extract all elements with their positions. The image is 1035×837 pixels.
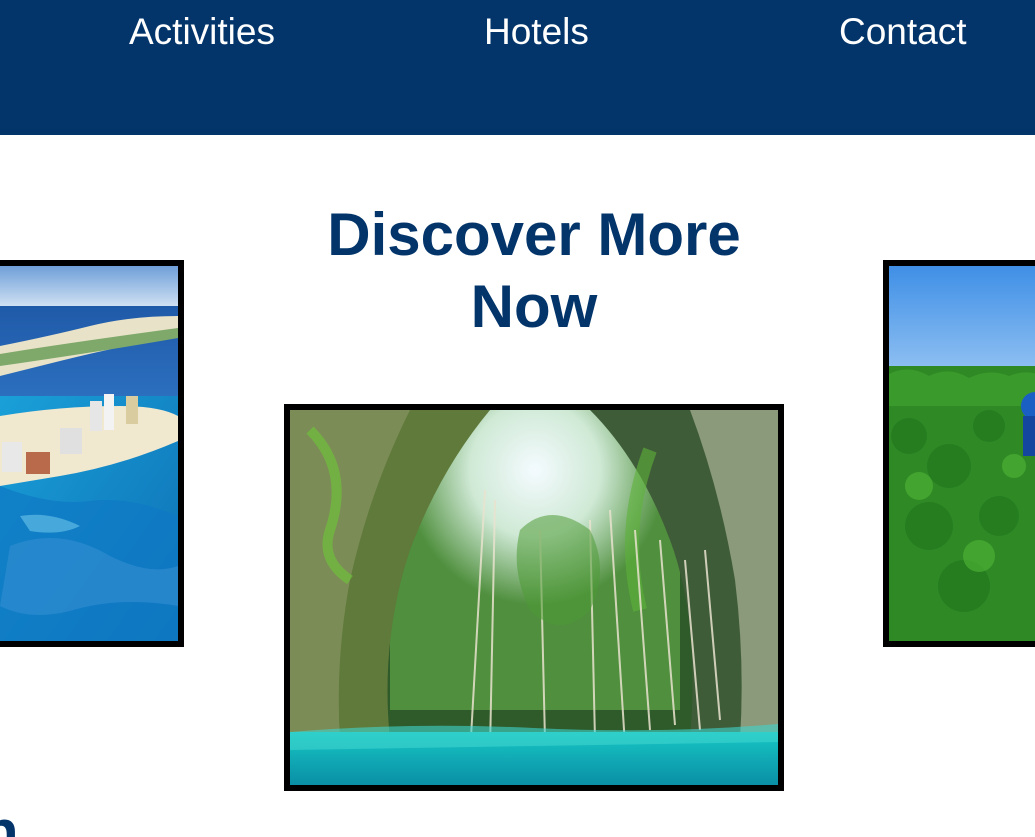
- page: Activities Hotels Contact Discover More …: [0, 0, 1035, 837]
- top-navigation-bar: Activities Hotels Contact: [0, 0, 1035, 135]
- nav-link-hotels[interactable]: Hotels: [484, 10, 589, 54]
- partial-section-heading: n: [0, 798, 19, 837]
- jungle-zipline-photo[interactable]: [883, 260, 1035, 647]
- coastal-city-photo[interactable]: [0, 260, 184, 647]
- cenote-image: [290, 410, 778, 785]
- nav-link-activities[interactable]: Activities: [129, 10, 275, 54]
- cenote-photo[interactable]: [284, 404, 784, 791]
- page-heading: Discover More Now: [327, 201, 741, 340]
- nav-link-contact[interactable]: Contact: [839, 10, 967, 54]
- jungle-zipline-image: [889, 266, 1035, 641]
- coastal-city-image: [0, 266, 178, 641]
